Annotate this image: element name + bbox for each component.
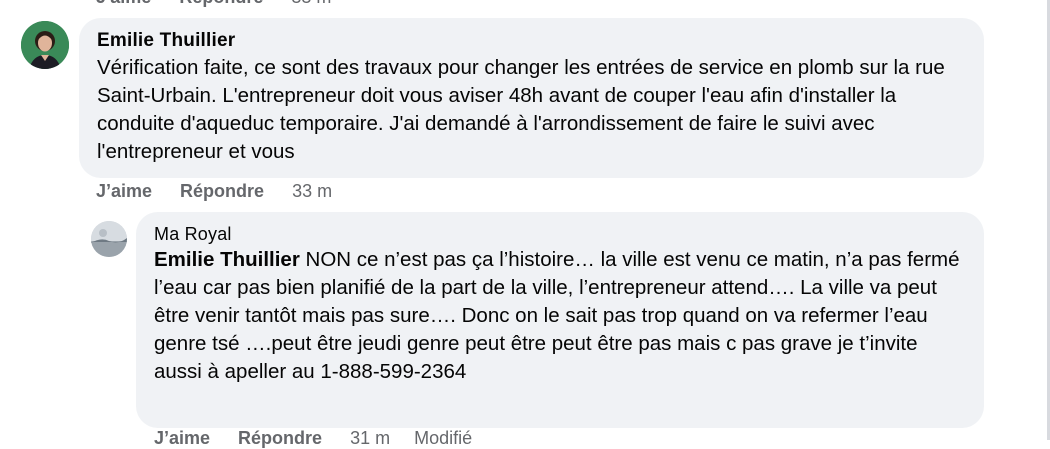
- reply-button[interactable]: Répondre: [238, 428, 322, 449]
- reply-button[interactable]: Répondre: [179, 0, 263, 8]
- avatar[interactable]: [21, 21, 69, 69]
- reply-actions: J’aime Répondre 31 m Modifié: [154, 428, 496, 449]
- comment-text: Vérification faite, ce sont des travaux …: [97, 56, 945, 163]
- comment-bubble: Emilie Thuillier Vérification faite, ce …: [79, 18, 984, 178]
- timestamp[interactable]: 33 m: [291, 0, 331, 8]
- comment-author[interactable]: Emilie Thuillier: [97, 28, 966, 54]
- reply-button[interactable]: Répondre: [180, 181, 264, 202]
- edited-label: Modifié: [414, 428, 473, 448]
- profile-photo-icon: [91, 221, 127, 257]
- like-button[interactable]: J'aime: [96, 0, 151, 8]
- like-button[interactable]: J’aime: [96, 181, 152, 202]
- reply-text: Emilie Thuillier NON ce n’est pas ça l’h…: [154, 246, 969, 386]
- like-button[interactable]: J’aime: [154, 428, 210, 449]
- timestamp[interactable]: 33 m: [292, 181, 332, 202]
- reply-author[interactable]: Ma Royal: [154, 222, 966, 246]
- comment-actions: J’aime Répondre 33 m: [96, 181, 356, 202]
- profile-photo-icon: [21, 21, 69, 69]
- timestamp[interactable]: 31 m: [350, 428, 390, 449]
- reply-bubble: Ma Royal Emilie Thuillier NON ce n’est p…: [136, 212, 984, 428]
- avatar[interactable]: [91, 221, 127, 257]
- previous-comment-actions: J'aime Répondre 33 m: [96, 0, 355, 8]
- mention-link[interactable]: Emilie Thuillier: [154, 248, 300, 271]
